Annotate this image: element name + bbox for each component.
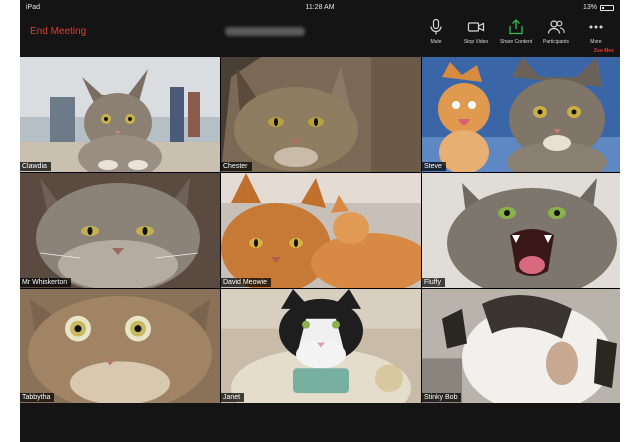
video-tile-fluffy[interactable]: Fluffy bbox=[422, 173, 620, 288]
participant-name: Tabbytha bbox=[20, 393, 55, 402]
participant-name: Fluffy bbox=[422, 278, 445, 287]
more-label: More bbox=[590, 39, 602, 45]
cat-video-feed bbox=[20, 173, 220, 288]
cat-video-feed bbox=[221, 289, 421, 403]
ellipsis-icon bbox=[589, 25, 603, 29]
status-time: 11:28 AM bbox=[305, 4, 335, 11]
battery-percent: 13% bbox=[582, 4, 597, 11]
participant-name: Clawdia bbox=[20, 162, 51, 171]
cat-video-feed bbox=[20, 289, 220, 403]
participant-name: Chester bbox=[221, 162, 252, 171]
video-tile-stinky-bob[interactable]: Stinky Bob bbox=[422, 289, 620, 403]
participants-button[interactable]: Participants bbox=[536, 18, 576, 45]
cat-video-feed bbox=[422, 289, 620, 403]
participant-name: David Meowie bbox=[221, 278, 271, 287]
stop-video-button[interactable]: Stop Video bbox=[456, 18, 496, 45]
zoom-meeting-screen: iPad 11:28 AM 13% End Meeting Mute Stop … bbox=[20, 0, 620, 442]
cat-video-feed bbox=[221, 57, 421, 172]
status-bar: iPad 11:28 AM 13% bbox=[20, 0, 620, 16]
battery-icon bbox=[600, 4, 614, 11]
video-camera-icon bbox=[467, 22, 485, 32]
battery-indicator: 13% bbox=[583, 4, 614, 11]
meeting-badge: Zoo Mee bbox=[593, 48, 614, 54]
share-upload-icon bbox=[509, 19, 523, 35]
cat-video-feed bbox=[20, 57, 220, 172]
share-content-label: Share Content bbox=[499, 39, 533, 45]
video-tile-steve[interactable]: Steve bbox=[422, 57, 620, 172]
participant-name: Steve bbox=[422, 162, 446, 171]
cat-video-feed bbox=[422, 57, 620, 172]
participant-name: Janet bbox=[221, 393, 245, 402]
cat-video-feed bbox=[221, 173, 421, 288]
participants-icon bbox=[547, 20, 565, 34]
video-tile-janet[interactable]: Janet bbox=[221, 289, 421, 403]
video-tile-clawdia[interactable]: Clawdia bbox=[20, 57, 220, 172]
gallery-view: Clawdia Chester Steve Mr Whiskerton Davi… bbox=[20, 57, 620, 403]
mute-label: Mute bbox=[430, 39, 442, 45]
stop-video-label: Stop Video bbox=[463, 39, 489, 45]
meeting-id-blurred bbox=[225, 27, 305, 36]
meeting-toolbar: End Meeting Mute Stop Video Share Conten… bbox=[20, 16, 620, 54]
video-tile-mr-whiskerton[interactable]: Mr Whiskerton bbox=[20, 173, 220, 288]
participant-name: Stinky Bob bbox=[422, 393, 462, 402]
cat-video-feed bbox=[422, 173, 620, 288]
end-meeting-button[interactable]: End Meeting bbox=[30, 26, 86, 37]
video-tile-tabbytha[interactable]: Tabbytha bbox=[20, 289, 220, 403]
participants-label: Participants bbox=[542, 39, 570, 45]
video-tile-david-meowie[interactable]: David Meowie bbox=[221, 173, 421, 288]
more-button[interactable]: More bbox=[576, 18, 616, 45]
video-tile-chester[interactable]: Chester bbox=[221, 57, 421, 172]
meeting-controls: Mute Stop Video Share Content Participan… bbox=[416, 18, 616, 45]
share-content-button[interactable]: Share Content bbox=[496, 18, 536, 45]
microphone-icon bbox=[430, 18, 442, 35]
participant-name: Mr Whiskerton bbox=[20, 278, 72, 287]
mute-button[interactable]: Mute bbox=[416, 18, 456, 45]
